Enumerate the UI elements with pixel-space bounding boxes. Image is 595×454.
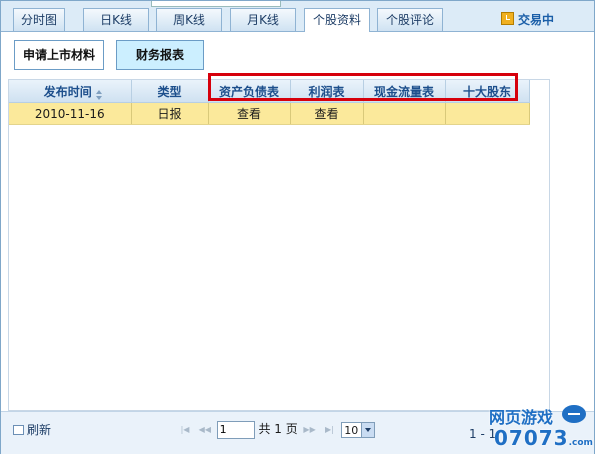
financial-reports-button[interactable]: 财务报表 xyxy=(116,40,204,70)
tab-stock-comments[interactable]: 个股评论 xyxy=(377,8,443,31)
tab-daily-k[interactable]: 日K线 xyxy=(83,8,149,31)
col-release-time-label: 发布时间 xyxy=(43,84,92,99)
col-top-ten-shareholders: 十大股东 xyxy=(445,80,530,103)
tab-monthly-k[interactable]: 月K线 xyxy=(230,8,296,31)
prev-page-icon[interactable]: ◀◀ xyxy=(197,422,213,438)
stock-info-panel: 分时图 日K线 周K线 月K线 个股资料 个股评论 交易中 申请上市材料 财务报… xyxy=(0,0,595,454)
chevron-down-icon xyxy=(361,422,375,437)
cell-cash-flow xyxy=(363,102,446,125)
refresh-label: 刷新 xyxy=(27,423,52,437)
tab-bar: 分时图 日K线 周K线 月K线 个股资料 个股评论 交易中 xyxy=(1,1,594,32)
top-strip xyxy=(151,1,281,7)
trading-status: 交易中 xyxy=(500,11,554,28)
refresh-icon xyxy=(13,425,24,435)
table-row[interactable]: 2010-11-16 日报 查看 查看 xyxy=(9,102,530,125)
col-cash-flow: 现金流量表 xyxy=(363,80,446,103)
listing-materials-button[interactable]: 申请上市材料 xyxy=(14,40,105,70)
trading-status-label: 交易中 xyxy=(517,13,554,27)
total-pages-label: 共 1 页 xyxy=(258,422,298,436)
sub-nav: 申请上市材料 财务报表 xyxy=(1,32,594,76)
record-range: 1 - 1 xyxy=(469,427,497,441)
refresh-button[interactable]: 刷新 xyxy=(13,421,51,438)
first-page-icon[interactable]: |◀ xyxy=(177,422,193,438)
pager: |◀ ◀◀ 共 1 页 ▶▶ ▶| 10 xyxy=(177,420,376,440)
cell-date: 2010-11-16 xyxy=(9,102,132,125)
page-size-value: 10 xyxy=(344,423,359,437)
table-header-row: 发布时间 类型 资产负债表 利润表 现金流量表 十大股东 xyxy=(9,80,530,103)
pagination-bar: 刷新 |◀ ◀◀ 共 1 页 ▶▶ ▶| 10 1 - 1 xyxy=(1,411,594,454)
tab-weekly-k[interactable]: 周K线 xyxy=(156,8,222,31)
col-type: 类型 xyxy=(131,80,209,103)
view-income-statement-link[interactable]: 查看 xyxy=(290,102,364,125)
view-balance-sheet-link[interactable]: 查看 xyxy=(208,102,291,125)
col-balance-sheet: 资产负债表 xyxy=(208,80,291,103)
clock-icon xyxy=(500,12,514,25)
reports-table: 发布时间 类型 资产负债表 利润表 现金流量表 十大股东 2010-11-16 … xyxy=(9,80,530,125)
reports-grid: 发布时间 类型 资产负债表 利润表 现金流量表 十大股东 2010-11-16 … xyxy=(8,79,550,411)
cell-top-ten xyxy=(445,102,530,125)
last-page-icon[interactable]: ▶| xyxy=(321,422,337,438)
cell-type: 日报 xyxy=(131,102,209,125)
tab-intraday[interactable]: 分时图 xyxy=(13,8,65,31)
page-number-input[interactable] xyxy=(216,420,255,439)
col-release-time[interactable]: 发布时间 xyxy=(9,80,132,103)
page-size-select[interactable]: 10 xyxy=(341,421,376,438)
col-income-statement: 利润表 xyxy=(290,80,364,103)
next-page-icon[interactable]: ▶▶ xyxy=(302,422,318,438)
tab-stock-info[interactable]: 个股资料 xyxy=(304,8,370,32)
